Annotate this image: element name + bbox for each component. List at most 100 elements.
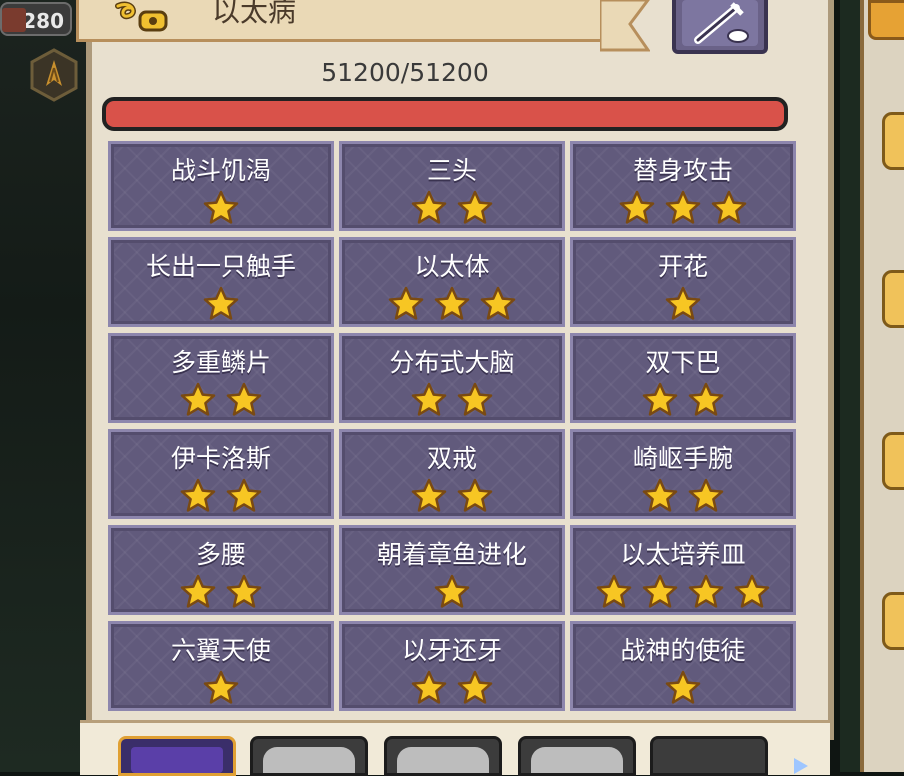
mutation-name: 伊卡洛斯 (170, 444, 271, 473)
star-rating (111, 478, 331, 514)
star-icon (457, 382, 493, 416)
bottom-tab[interactable] (384, 736, 502, 776)
star-rating (111, 286, 331, 322)
star-icon (642, 478, 678, 512)
mutation-card[interactable]: 多腰 (108, 525, 334, 615)
mutation-name: 以太培养皿 (620, 540, 746, 569)
mutation-name: 开花 (657, 252, 708, 281)
star-icon (226, 478, 262, 512)
star-icon (411, 190, 447, 224)
star-icon (411, 478, 447, 512)
side-tab-1[interactable] (882, 112, 904, 170)
star-icon (457, 190, 493, 224)
bottom-tab[interactable] (250, 736, 368, 776)
rank-badge-icon[interactable] (29, 48, 79, 102)
star-icon (457, 670, 493, 704)
side-tab-3[interactable] (882, 432, 904, 490)
side-tab-2[interactable] (882, 270, 904, 328)
mutation-card[interactable]: 六翼天使 (108, 621, 334, 711)
mutation-name: 长出一只触手 (145, 252, 296, 281)
star-icon (203, 190, 239, 224)
mutation-card[interactable]: 替身攻击 (570, 141, 796, 231)
banner-ribbon-tail (600, 0, 650, 52)
star-rating (111, 670, 331, 706)
mutation-name: 六翼天使 (170, 636, 271, 665)
mutation-name: 三头 (426, 156, 477, 185)
side-tab-4[interactable] (882, 592, 904, 650)
mutation-card[interactable]: 多重鳞片 (108, 333, 334, 423)
star-rating (342, 382, 562, 418)
mutation-name: 双下巴 (645, 348, 721, 377)
gray-item-icon (531, 747, 623, 773)
star-rating (111, 190, 331, 226)
mutation-name: 替身攻击 (632, 156, 733, 185)
star-rating (342, 670, 562, 706)
mutation-name: 战神的使徒 (620, 636, 746, 665)
mutation-card[interactable]: 战神的使徒 (570, 621, 796, 711)
mutation-name: 分布式大脑 (389, 348, 515, 377)
star-icon (411, 382, 447, 416)
star-icon (226, 574, 262, 608)
mutation-grid: 战斗饥渴 三头 替身攻击长出一只触手 以太体 开花多重鳞片 分布式大脑 双下巴伊卡洛斯 双戒 崎… (108, 141, 796, 711)
mutation-card[interactable]: 双戒 (339, 429, 565, 519)
hp-readout: 51200/51200 (321, 58, 489, 87)
mutation-card[interactable]: 长出一只触手 (108, 237, 334, 327)
star-icon (180, 382, 216, 416)
mutation-card[interactable]: 朝着章鱼进化 (339, 525, 565, 615)
star-icon (434, 286, 470, 320)
mutation-card[interactable]: 双下巴 (570, 333, 796, 423)
hp-bar-fill (106, 101, 784, 127)
mutation-name: 以太体 (414, 252, 490, 281)
star-icon (203, 286, 239, 320)
mutation-card[interactable]: 以太体 (339, 237, 565, 327)
star-icon (180, 574, 216, 608)
resource-counter: 280 (0, 2, 72, 36)
side-gold-button[interactable] (868, 0, 904, 40)
mutation-card[interactable]: 战斗饥渴 (108, 141, 334, 231)
hp-bar (102, 97, 788, 131)
star-icon (688, 382, 724, 416)
ether-disease-icon (115, 1, 168, 32)
mutation-name: 朝着章鱼进化 (376, 540, 527, 569)
star-rating (573, 190, 793, 226)
star-rating (573, 574, 793, 610)
syringe-icon (682, 0, 758, 46)
star-icon (457, 478, 493, 512)
mutation-name: 多重鳞片 (170, 348, 271, 377)
mutation-card[interactable]: 以牙还牙 (339, 621, 565, 711)
bottom-tab[interactable] (650, 736, 768, 776)
star-icon (619, 190, 655, 224)
bottom-tab[interactable] (118, 736, 236, 776)
mutation-card[interactable]: 三头 (339, 141, 565, 231)
syringe-button[interactable] (672, 0, 768, 54)
resource-count: 280 (22, 9, 64, 33)
page-title: 以太病 (212, 0, 297, 28)
mutation-card[interactable]: 以太培养皿 (570, 525, 796, 615)
mutation-name: 双戒 (426, 444, 477, 473)
star-rating (111, 382, 331, 418)
mutation-name: 多腰 (195, 540, 246, 569)
star-icon (203, 670, 239, 704)
mutation-name: 战斗饥渴 (170, 156, 271, 185)
mutation-card[interactable]: 崎岖手腕 (570, 429, 796, 519)
mutation-card[interactable]: 分布式大脑 (339, 333, 565, 423)
star-icon (226, 382, 262, 416)
star-icon (665, 190, 701, 224)
star-icon (180, 478, 216, 512)
star-icon (665, 286, 701, 320)
gray-item-icon (263, 747, 355, 773)
star-icon (665, 670, 701, 704)
star-icon (642, 574, 678, 608)
star-icon (411, 670, 447, 704)
mutation-name: 以牙还牙 (401, 636, 502, 665)
mutation-card[interactable]: 伊卡洛斯 (108, 429, 334, 519)
gray-item-icon (397, 747, 489, 773)
mutation-name: 崎岖手腕 (632, 444, 733, 473)
star-rating (573, 670, 793, 706)
star-rating (573, 382, 793, 418)
star-rating (342, 190, 562, 226)
bottom-tab[interactable] (518, 736, 636, 776)
star-icon (434, 574, 470, 608)
star-rating (342, 286, 562, 322)
mutation-card[interactable]: 开花 (570, 237, 796, 327)
